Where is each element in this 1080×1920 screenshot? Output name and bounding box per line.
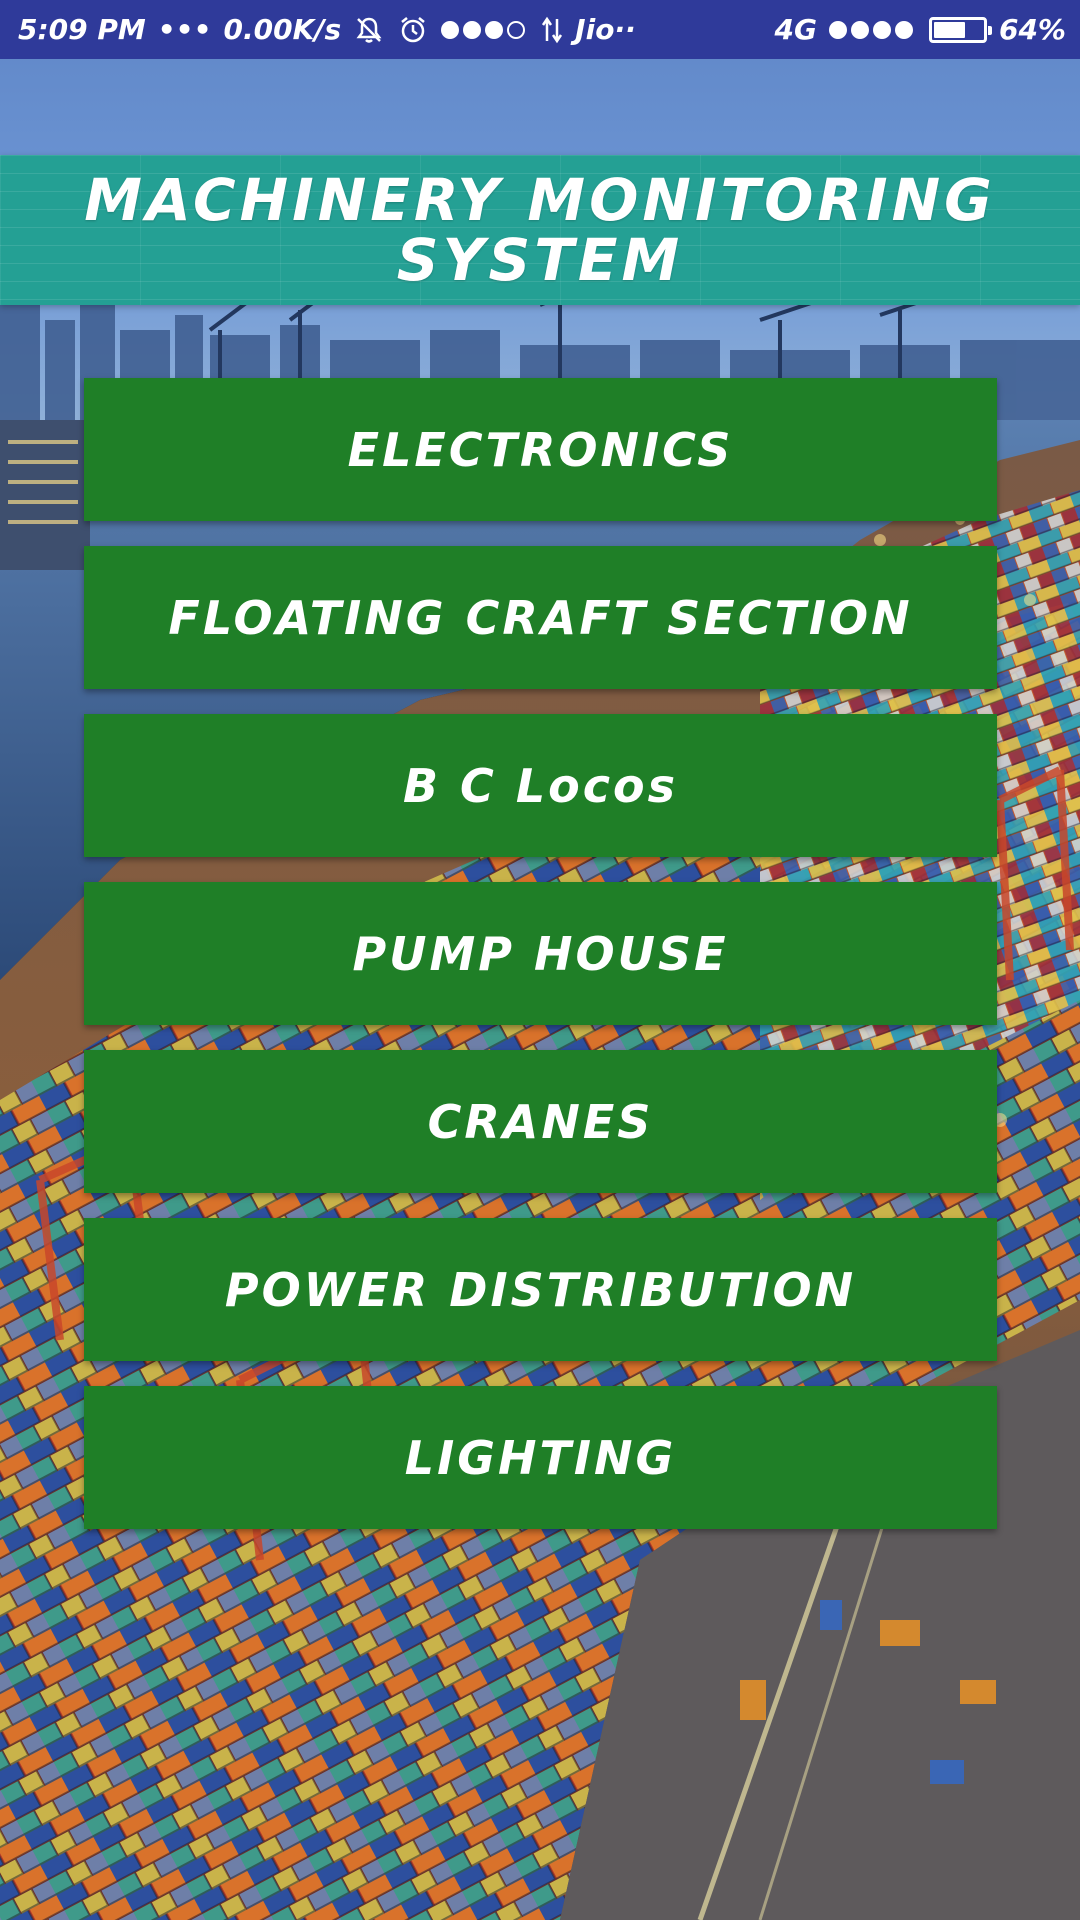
battery-icon — [928, 16, 992, 43]
data-arrows-icon — [541, 15, 563, 45]
status-time: 5:09 PM — [18, 13, 146, 46]
cranes-button[interactable]: CRANES — [84, 1050, 997, 1193]
app-header: MACHINERY MONITORING SYSTEM — [0, 155, 1080, 305]
floating-craft-section-button[interactable]: FLOATING CRAFT SECTION — [84, 546, 997, 689]
status-bar: 5:09 PM ••• 0.00K/s Jio ·· 4G 64% — [0, 0, 1080, 59]
battery-percent: 64% — [998, 13, 1066, 46]
network-speed: 0.00K/s — [223, 13, 342, 46]
network-type: 4G — [774, 13, 817, 46]
pump-house-button[interactable]: PUMP HOUSE — [84, 882, 997, 1025]
battery-fill — [933, 21, 965, 38]
power-distribution-button[interactable]: POWER DISTRIBUTION — [84, 1218, 997, 1361]
app-screen: 5:09 PM ••• 0.00K/s Jio ·· 4G 64% MACHIN… — [0, 0, 1080, 1920]
more-notifications-icon: ••• — [157, 13, 212, 46]
signal-strength-icon — [441, 20, 529, 39]
section-menu: ELECTRONICS FLOATING CRAFT SECTION B C L… — [84, 378, 997, 1554]
signal-strength-icon-2 — [828, 20, 917, 39]
page-title: MACHINERY MONITORING SYSTEM — [84, 166, 996, 294]
silent-bell-icon — [353, 14, 385, 46]
lighting-button[interactable]: LIGHTING — [84, 1386, 997, 1529]
alarm-icon — [397, 14, 429, 46]
status-bar-right: 4G 64% — [775, 13, 1067, 46]
status-bar-left: 5:09 PM ••• 0.00K/s Jio ·· — [18, 13, 648, 46]
electronics-button[interactable]: ELECTRONICS — [84, 378, 997, 521]
carrier-name: Jio ·· — [575, 13, 636, 46]
bc-locos-button[interactable]: B C Locos — [84, 714, 997, 857]
